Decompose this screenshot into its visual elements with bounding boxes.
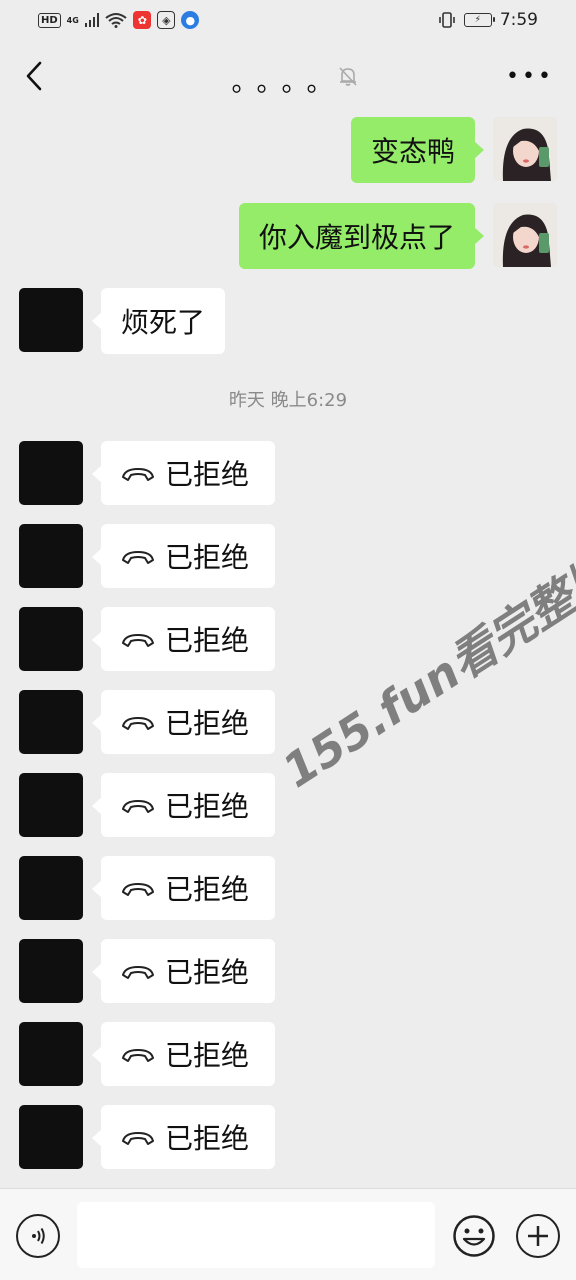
call-status-label: 已拒绝: [165, 790, 250, 823]
plus-button[interactable]: [516, 1214, 560, 1258]
call-status-label: 已拒绝: [165, 1122, 250, 1155]
call-status-label: 已拒绝: [165, 1039, 250, 1072]
battery-charging-icon: ⚡: [463, 13, 495, 27]
contact-avatar[interactable]: [19, 524, 83, 588]
declined-call-bubble[interactable]: 已拒绝: [92, 773, 275, 837]
declined-call-bubble[interactable]: 已拒绝: [92, 690, 275, 754]
chat-title: 。。。。: [231, 68, 345, 98]
declined-call-icon: [122, 883, 154, 896]
contact-avatar[interactable]: [19, 773, 83, 837]
contact-avatar[interactable]: [19, 607, 83, 671]
shield-notification-icon: ◈: [157, 11, 176, 29]
bell-off-icon: [339, 67, 357, 86]
call-status-label: 已拒绝: [165, 624, 250, 657]
vibrate-icon: [439, 12, 455, 28]
status-left: HD 4G ✿ ◈ ●: [38, 11, 200, 29]
call-status-label: 已拒绝: [165, 707, 250, 740]
declined-call-bubble[interactable]: 已拒绝: [92, 856, 275, 920]
app-notification-icon: ✿: [133, 11, 152, 29]
voice-icon: [32, 1227, 45, 1245]
declined-call-bubble[interactable]: 已拒绝: [92, 607, 275, 671]
message-text: 变态鸭: [370, 135, 455, 168]
incoming-message-bubble[interactable]: 烦死了: [91, 288, 226, 354]
watermark-text: 155.fun看完整版: [272, 544, 576, 799]
declined-call-icon: [122, 1132, 154, 1145]
call-status-label: 已拒绝: [165, 458, 250, 491]
clock: 7:59: [499, 10, 538, 30]
network-type: 4G: [66, 15, 79, 25]
emoji-icon[interactable]: [452, 1214, 496, 1258]
call-status-label: 已拒绝: [165, 541, 250, 574]
declined-call-bubble[interactable]: 已拒绝: [92, 524, 275, 588]
contact-avatar[interactable]: [19, 939, 83, 1003]
chat-header: 。。。。 •••: [0, 40, 576, 114]
contact-avatar[interactable]: [19, 690, 83, 754]
message-timestamp: 昨天 晚上6:29: [228, 390, 348, 411]
declined-call-icon: [122, 717, 154, 730]
my-avatar[interactable]: [493, 203, 557, 267]
call-status-label: 已拒绝: [165, 956, 250, 989]
contact-avatar[interactable]: [19, 856, 83, 920]
declined-call-bubble[interactable]: 已拒绝: [92, 1022, 275, 1086]
avatar-portrait-image: [493, 117, 557, 181]
plus-icon: [528, 1226, 548, 1246]
declined-call-bubble[interactable]: 已拒绝: [92, 939, 275, 1003]
declined-call-icon: [122, 966, 154, 979]
message-text: 你入魔到极点了: [258, 221, 455, 254]
status-bar: HD 4G ✿ ◈ ● ⚡ 7:59: [0, 0, 576, 40]
browser-notification-icon: ●: [181, 11, 200, 29]
declined-call-icon: [122, 468, 154, 481]
contact-avatar[interactable]: [19, 1105, 83, 1169]
outgoing-message-bubble[interactable]: 变态鸭: [350, 117, 485, 183]
hd-indicator: HD: [38, 12, 61, 28]
contact-avatar[interactable]: [19, 288, 83, 352]
declined-call-icon: [122, 551, 154, 564]
call-status-label: 已拒绝: [165, 873, 250, 906]
declined-call-icon: [122, 1049, 154, 1062]
voice-button[interactable]: [16, 1214, 60, 1258]
contact-avatar[interactable]: [19, 1022, 83, 1086]
declined-call-bubble[interactable]: 已拒绝: [92, 1105, 275, 1169]
more-button[interactable]: •••: [506, 64, 551, 89]
contact-avatar[interactable]: [19, 441, 83, 505]
message-text: 烦死了: [121, 306, 206, 339]
outgoing-message-bubble[interactable]: 你入魔到极点了: [238, 203, 485, 269]
wifi-icon: [105, 13, 127, 28]
my-avatar[interactable]: [493, 117, 557, 181]
signal-icon: [84, 13, 100, 27]
declined-call-icon: [122, 634, 154, 647]
status-right: ⚡ 7:59: [438, 10, 538, 30]
declined-call-icon: [122, 800, 154, 813]
input-bar: [0, 1188, 576, 1280]
avatar-portrait-image: [493, 203, 557, 267]
message-input[interactable]: [77, 1202, 435, 1268]
declined-call-bubble[interactable]: 已拒绝: [92, 441, 275, 505]
more-icon: •••: [506, 63, 554, 89]
